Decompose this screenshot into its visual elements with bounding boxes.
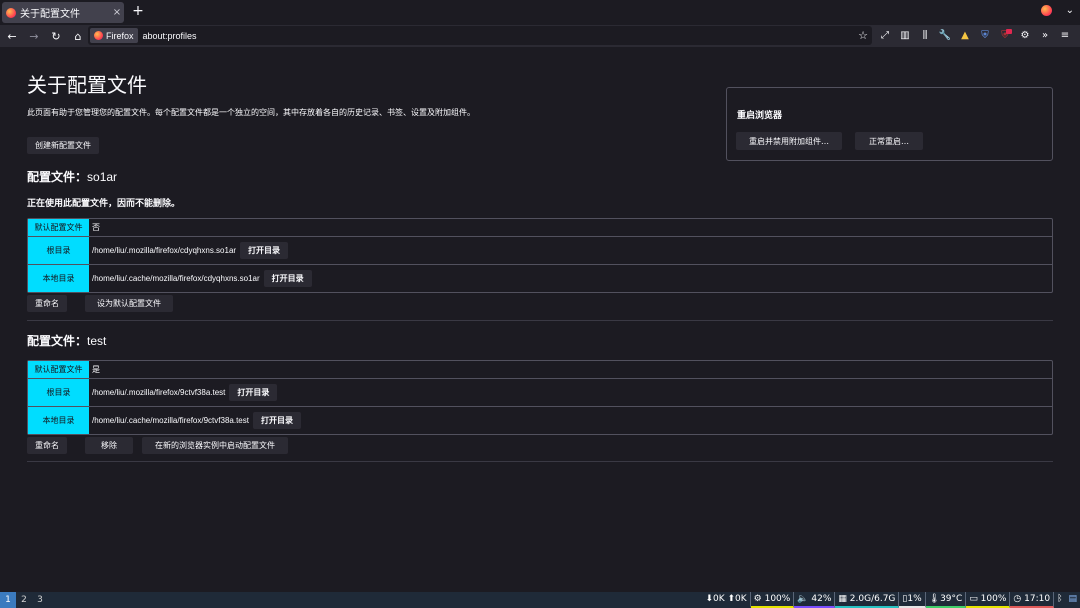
tab-strip: 关于配置文件 × + ⌄ bbox=[0, 0, 1080, 25]
page-content: 关于配置文件 此页面有助于您管理您的配置文件。每个配置文件都是一个独立的空间，其… bbox=[0, 47, 1080, 592]
open-local-dir-button[interactable]: 打开目录 bbox=[263, 270, 312, 287]
fullscreen-icon[interactable]: ⤢ bbox=[878, 29, 892, 43]
battery-status: ▭ 100% bbox=[966, 592, 1011, 608]
profile-heading: 配置文件：so1ar bbox=[27, 168, 117, 185]
profile-heading-prefix: 配置文件： bbox=[27, 170, 88, 184]
tray-icon[interactable]: ▤ bbox=[1065, 592, 1080, 608]
local-dir-path: /home/liu/.cache/mozilla/firefox/cdyqhxn… bbox=[92, 274, 260, 283]
profile-heading-prefix: 配置文件： bbox=[27, 334, 88, 348]
sidebar-icon[interactable]: ▥ bbox=[898, 29, 912, 43]
identity-box[interactable]: Firefox bbox=[90, 28, 138, 43]
table-row: 本地目录 /home/liu/.cache/mozilla/firefox/9c… bbox=[28, 406, 1052, 434]
firefox-logo-icon bbox=[6, 7, 16, 18]
system-taskbar: 1 2 3 ⬇0K ⬆0K ⚙ 100% 🔈 42% ▦ 2.0G/6.7G ▯… bbox=[0, 592, 1080, 608]
profile-divider bbox=[27, 461, 1053, 462]
ublock-icon[interactable]: ⛨ bbox=[998, 29, 1012, 43]
tab-title: 关于配置文件 bbox=[20, 9, 80, 20]
library-icon[interactable]: ⫼ bbox=[918, 29, 932, 43]
profile-name: so1ar bbox=[87, 170, 118, 184]
firefox-account-icon[interactable] bbox=[1040, 5, 1052, 16]
volume-status[interactable]: 🔈 42% bbox=[794, 592, 836, 608]
addon-gear-icon[interactable]: ⚙ bbox=[1018, 29, 1032, 43]
shield-extension-icon[interactable]: ⛨ bbox=[978, 29, 992, 43]
identity-label: Firefox bbox=[106, 30, 134, 41]
local-dir-label: 本地目录 bbox=[28, 265, 89, 292]
default-profile-value: 否 bbox=[92, 223, 100, 232]
cpu-status: ⚙ 100% bbox=[750, 592, 795, 608]
rename-profile-button[interactable]: 重命名 bbox=[27, 437, 67, 454]
workspace-button[interactable]: 1 bbox=[0, 592, 16, 608]
bluetooth-icon[interactable]: ᛒ bbox=[1054, 592, 1065, 608]
create-profile-button[interactable]: 创建新配置文件 bbox=[27, 137, 99, 154]
url-text[interactable]: about:profiles bbox=[143, 31, 859, 41]
open-root-dir-button[interactable]: 打开目录 bbox=[240, 242, 289, 259]
reload-icon[interactable]: ↻ bbox=[46, 30, 66, 43]
navigation-toolbar: ← → ↻ ⌂ Firefox about:profiles ☆ ⤢ ▥ ⫼ 🔧… bbox=[0, 25, 1080, 47]
table-row: 根目录 /home/liu/.mozilla/firefox/cdyqhxns.… bbox=[28, 236, 1052, 264]
back-arrow-icon[interactable]: ← bbox=[2, 30, 22, 43]
home-icon[interactable]: ⌂ bbox=[68, 30, 88, 43]
forward-arrow-icon[interactable]: → bbox=[24, 30, 44, 43]
root-dir-path: /home/liu/.mozilla/firefox/cdyqhxns.so1a… bbox=[92, 246, 237, 255]
temperature-status: 🌡39°C bbox=[925, 592, 967, 608]
url-bar[interactable]: Firefox about:profiles ☆ bbox=[88, 26, 872, 45]
table-row: 本地目录 /home/liu/.cache/mozilla/firefox/cd… bbox=[28, 264, 1052, 292]
default-profile-label: 默认配置文件 bbox=[28, 219, 89, 236]
clock: ◷ 17:10 bbox=[1010, 592, 1055, 608]
wrench-icon[interactable]: 🔧 bbox=[938, 29, 952, 43]
firefox-identity-icon bbox=[94, 31, 103, 40]
rename-profile-button[interactable]: 重命名 bbox=[27, 295, 67, 312]
hamburger-menu-icon[interactable]: ≡ bbox=[1058, 29, 1072, 43]
profile-name: test bbox=[87, 334, 107, 348]
tab-about-profiles[interactable]: 关于配置文件 × bbox=[2, 2, 124, 23]
tab-close-icon[interactable]: × bbox=[110, 7, 124, 18]
profile-table: 默认配置文件 是 根目录 /home/liu/.mozilla/firefox/… bbox=[27, 360, 1053, 435]
profile-heading: 配置文件：test bbox=[27, 332, 106, 349]
open-root-dir-button[interactable]: 打开目录 bbox=[229, 384, 278, 401]
workspace-button[interactable]: 3 bbox=[32, 592, 48, 608]
profile-table: 默认配置文件 否 根目录 /home/liu/.mozilla/firefox/… bbox=[27, 218, 1053, 293]
restart-disabled-addons-button[interactable]: 重启并禁用附加组件… bbox=[736, 132, 842, 150]
restart-normal-button[interactable]: 正常重启… bbox=[855, 132, 923, 150]
page-intro: 此页面有助于您管理您的配置文件。每个配置文件都是一个独立的空间，其中存放着各自的… bbox=[27, 108, 475, 117]
new-tab-button[interactable]: + bbox=[131, 3, 145, 19]
default-profile-value: 是 bbox=[92, 365, 100, 374]
remove-profile-button[interactable]: 移除 bbox=[85, 437, 133, 454]
profile-in-use-note: 正在使用此配置文件，因而不能删除。 bbox=[27, 199, 181, 209]
bookmark-star-icon[interactable]: ☆ bbox=[858, 29, 868, 42]
overflow-chevron-icon[interactable]: » bbox=[1038, 29, 1052, 43]
extension-fox-icon[interactable]: ▲ bbox=[958, 29, 972, 43]
restart-panel-title: 重启浏览器 bbox=[737, 111, 783, 121]
list-all-tabs-icon[interactable]: ⌄ bbox=[1066, 5, 1074, 16]
status-bar: ⬇0K ⬆0K ⚙ 100% 🔈 42% ▦ 2.0G/6.7G ▯1% 🌡39… bbox=[702, 592, 1080, 608]
table-row: 默认配置文件 是 bbox=[28, 361, 1052, 378]
network-status: ⬇0K ⬆0K bbox=[702, 592, 751, 608]
table-row: 根目录 /home/liu/.mozilla/firefox/9ctvf38a.… bbox=[28, 378, 1052, 406]
open-local-dir-button[interactable]: 打开目录 bbox=[252, 412, 301, 429]
profile-divider bbox=[27, 320, 1053, 321]
root-dir-label: 根目录 bbox=[28, 237, 89, 264]
local-dir-label: 本地目录 bbox=[28, 407, 89, 434]
root-dir-label: 根目录 bbox=[28, 379, 89, 406]
table-row: 默认配置文件 否 bbox=[28, 219, 1052, 236]
restart-panel: 重启浏览器 重启并禁用附加组件… 正常重启… bbox=[726, 87, 1053, 161]
workspace-button[interactable]: 2 bbox=[16, 592, 32, 608]
default-profile-label: 默认配置文件 bbox=[28, 361, 89, 378]
root-dir-path: /home/liu/.mozilla/firefox/9ctvf38a.test bbox=[92, 388, 226, 397]
page-title: 关于配置文件 bbox=[27, 73, 147, 97]
local-dir-path: /home/liu/.cache/mozilla/firefox/9ctvf38… bbox=[92, 416, 249, 425]
set-default-profile-button[interactable]: 设为默认配置文件 bbox=[85, 295, 173, 312]
launch-profile-button[interactable]: 在新的浏览器实例中启动配置文件 bbox=[142, 437, 288, 454]
disk-status: ▯1% bbox=[899, 592, 926, 608]
memory-status: ▦ 2.0G/6.7G bbox=[835, 592, 900, 608]
